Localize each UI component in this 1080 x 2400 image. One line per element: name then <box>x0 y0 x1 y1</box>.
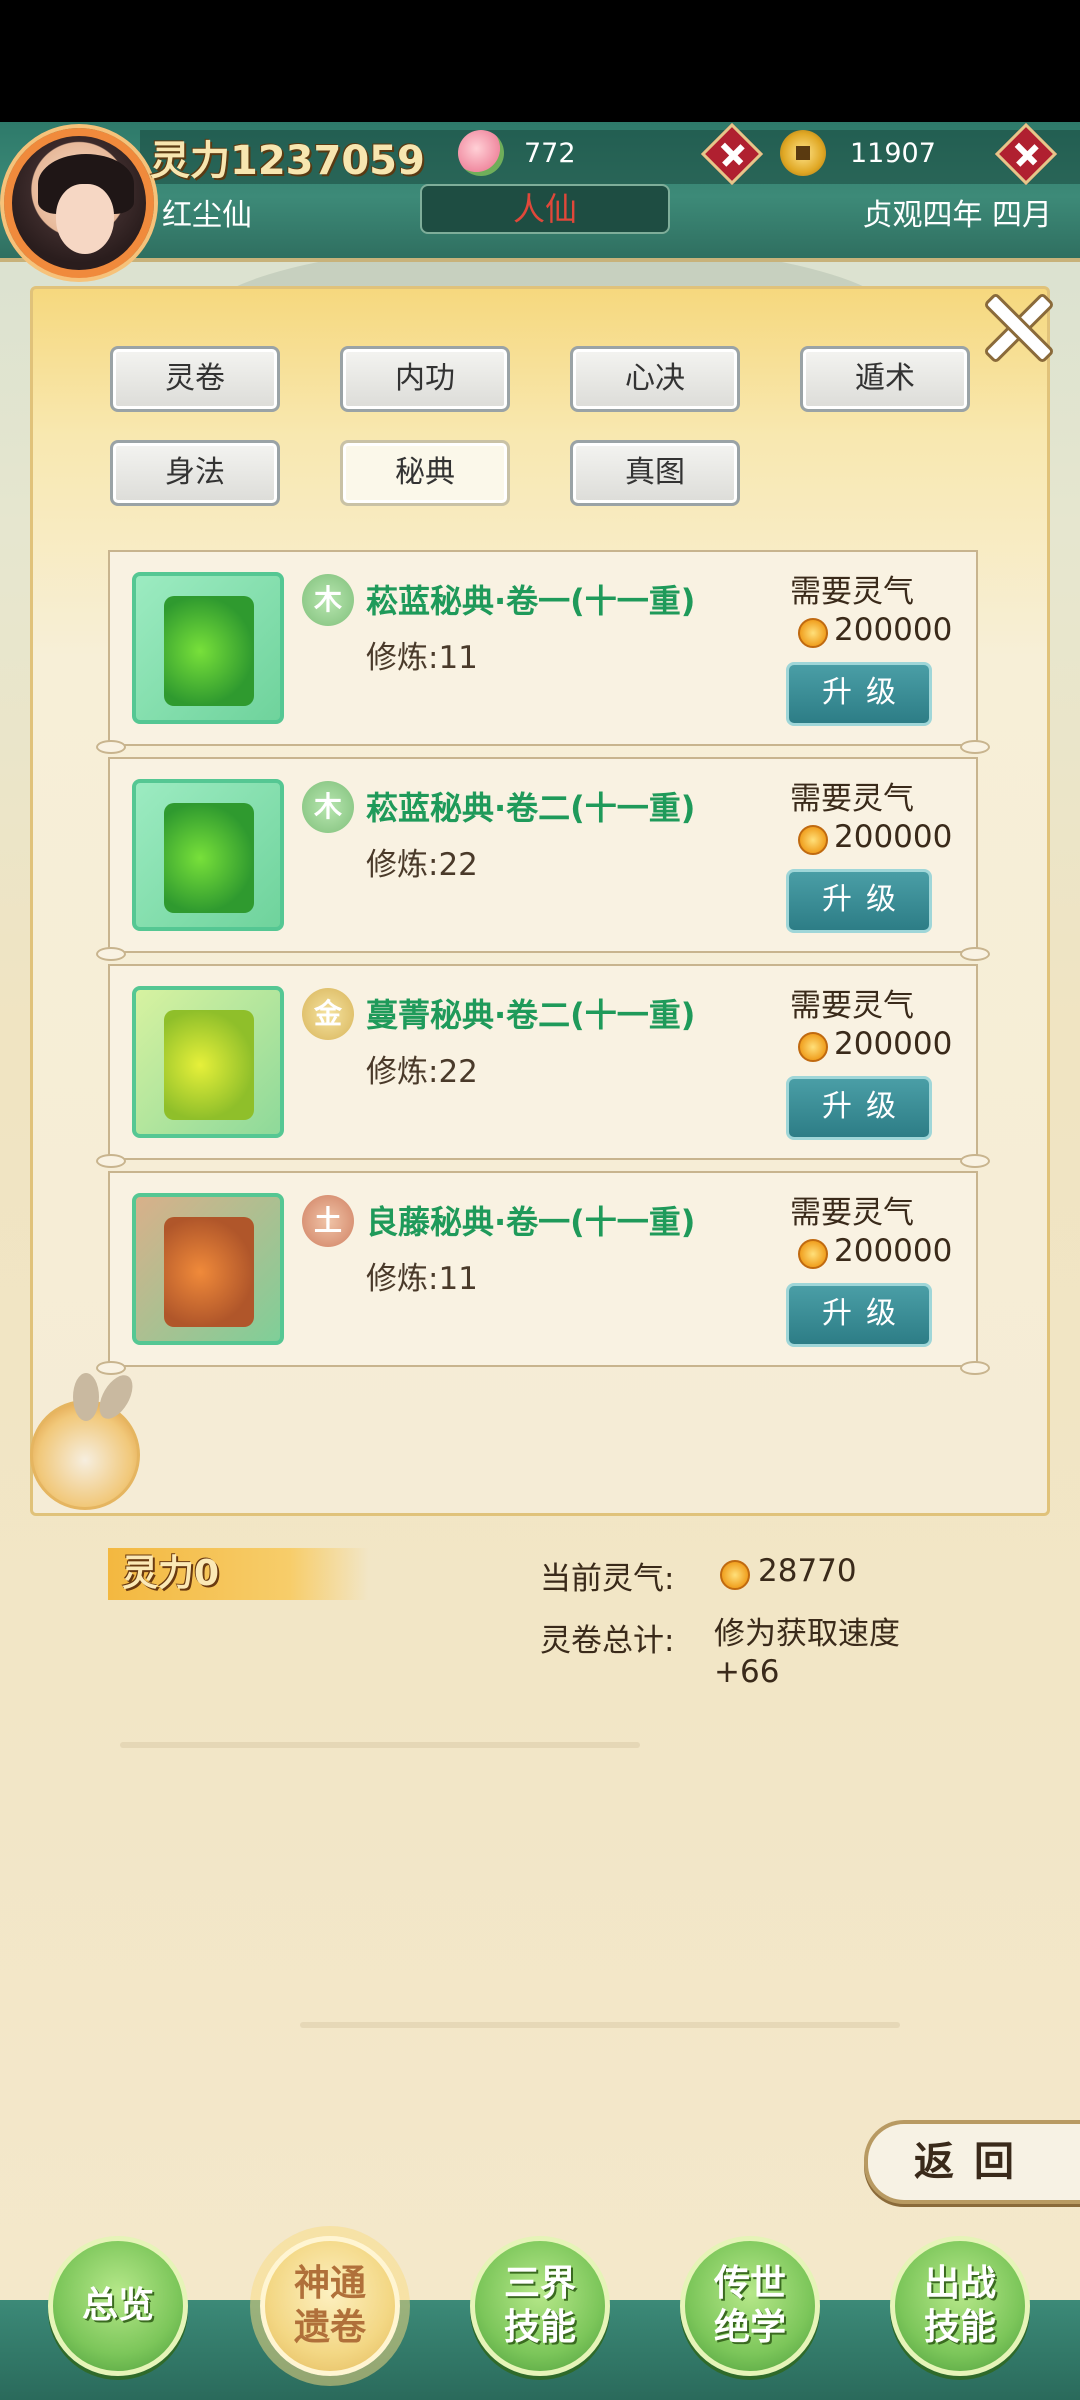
scroll-icon <box>164 1217 254 1327</box>
card-ornament <box>96 947 126 961</box>
game-date: 贞观四年 四月 <box>862 198 1052 233</box>
nav-label: 传世绝学 <box>713 2263 786 2348</box>
required-label: 需要灵气 <box>790 574 914 610</box>
skill-card: 木 菘蓝秘典·卷二(十一重) 修炼:22 需要灵气 200000 升级 <box>96 757 990 961</box>
required-cost: 200000 <box>834 612 953 648</box>
skill-level: 修炼:11 <box>366 1261 478 1297</box>
nav-label: 总览 <box>81 2285 154 2326</box>
nav-battle-skills-button[interactable]: 出战技能 <box>890 2236 1030 2376</box>
skill-level: 修炼:22 <box>366 1054 478 1090</box>
coin-resource: 11907 <box>780 122 1058 186</box>
nav-three-realms-skills-button[interactable]: 三界技能 <box>470 2236 610 2376</box>
spirit-qi-icon <box>798 1239 828 1269</box>
tab-shenfa[interactable]: 身法 <box>110 440 280 506</box>
card-ornament <box>96 1154 126 1168</box>
card-ornament <box>960 1361 990 1375</box>
player-name: 红尘仙 <box>162 198 252 233</box>
skill-title: 良藤秘典·卷一(十一重) <box>366 1203 696 1241</box>
rabbit-mascot-icon[interactable] <box>30 1369 140 1510</box>
tab-dunshu[interactable]: 遁术 <box>800 346 970 412</box>
skill-card: 木 菘蓝秘典·卷一(十一重) 修炼:11 需要灵气 200000 升级 <box>96 550 990 754</box>
upgrade-button[interactable]: 升级 <box>786 662 932 726</box>
avatar-face <box>56 184 114 254</box>
skill-title: 菘蓝秘典·卷二(十一重) <box>366 789 696 827</box>
card-ornament <box>96 1361 126 1375</box>
card-ornament <box>960 947 990 961</box>
spirit-qi-icon <box>798 1032 828 1062</box>
status-bar-area <box>0 0 1080 122</box>
coin-icon <box>780 130 826 176</box>
spirit-power-footer: 灵力0 <box>108 1548 368 1600</box>
required-cost: 200000 <box>834 819 953 855</box>
nav-divine-scroll-button[interactable]: 神通遗卷 <box>260 2236 400 2376</box>
spirit-qi-icon <box>798 825 828 855</box>
scroll-thumbnail[interactable] <box>132 1193 284 1345</box>
spirit-power-total: 灵力1237059 <box>150 138 425 184</box>
player-avatar[interactable] <box>4 128 154 278</box>
nav-overview-button[interactable]: 总览 <box>48 2236 188 2376</box>
scroll-icon <box>164 596 254 706</box>
tab-neigong[interactable]: 内功 <box>340 346 510 412</box>
element-earth-icon: 土 <box>302 1195 354 1247</box>
current-qi-value: 28770 <box>758 1553 857 1589</box>
required-label: 需要灵气 <box>790 1195 914 1231</box>
element-metal-icon: 金 <box>302 988 354 1040</box>
scroll-icon <box>164 1010 254 1120</box>
peach-icon <box>458 130 504 176</box>
card-ornament <box>960 1154 990 1168</box>
scroll-thumbnail[interactable] <box>132 986 284 1138</box>
tab-xinjue[interactable]: 心决 <box>570 346 740 412</box>
skill-card: 金 蔓菁秘典·卷二(十一重) 修炼:22 需要灵气 200000 升级 <box>96 964 990 1168</box>
required-cost: 200000 <box>834 1026 953 1062</box>
element-wood-icon: 木 <box>302 574 354 626</box>
nav-label: 神通遗卷 <box>293 2263 366 2348</box>
nav-label: 出战技能 <box>923 2263 996 2348</box>
scroll-thumbnail[interactable] <box>132 779 284 931</box>
tab-zhentu[interactable]: 真图 <box>570 440 740 506</box>
card-ornament <box>96 740 126 754</box>
back-button[interactable]: 返回 <box>864 2120 1080 2204</box>
skill-title: 蔓菁秘典·卷二(十一重) <box>366 996 696 1034</box>
peach-count: 772 <box>524 138 576 169</box>
required-cost: 200000 <box>834 1233 953 1269</box>
upgrade-button[interactable]: 升级 <box>786 1076 932 1140</box>
background-brushstroke <box>300 2022 900 2028</box>
player-rank: 人仙 <box>420 184 670 234</box>
background-brushstroke <box>120 1742 640 1748</box>
skill-card: 土 良藤秘典·卷一(十一重) 修炼:11 需要灵气 200000 升级 <box>96 1171 990 1375</box>
total-value: 修为获取速度 +66 <box>714 1616 900 1690</box>
tab-lingjuan[interactable]: 灵卷 <box>110 346 280 412</box>
coin-count: 11907 <box>850 138 936 169</box>
scroll-icon <box>164 803 254 913</box>
upgrade-button[interactable]: 升级 <box>786 1283 932 1347</box>
nav-legacy-arts-button[interactable]: 传世绝学 <box>680 2236 820 2376</box>
card-ornament <box>960 740 990 754</box>
spirit-qi-icon <box>798 618 828 648</box>
total-label: 灵卷总计: <box>540 1623 675 1659</box>
element-wood-icon: 木 <box>302 781 354 833</box>
current-qi-label: 当前灵气: <box>540 1561 675 1597</box>
skill-level: 修炼:11 <box>366 640 478 676</box>
required-label: 需要灵气 <box>790 988 914 1024</box>
mascot-ear <box>73 1373 99 1421</box>
spirit-qi-icon <box>720 1560 750 1590</box>
upgrade-button[interactable]: 升级 <box>786 869 932 933</box>
nav-label: 三界技能 <box>503 2263 576 2348</box>
peach-resource: 772 <box>458 122 764 186</box>
required-label: 需要灵气 <box>790 781 914 817</box>
skill-title: 菘蓝秘典·卷一(十一重) <box>366 582 696 620</box>
close-icon[interactable] <box>980 290 1050 360</box>
tab-midian[interactable]: 秘典 <box>340 440 510 506</box>
skill-level: 修炼:22 <box>366 847 478 883</box>
scroll-thumbnail[interactable] <box>132 572 284 724</box>
